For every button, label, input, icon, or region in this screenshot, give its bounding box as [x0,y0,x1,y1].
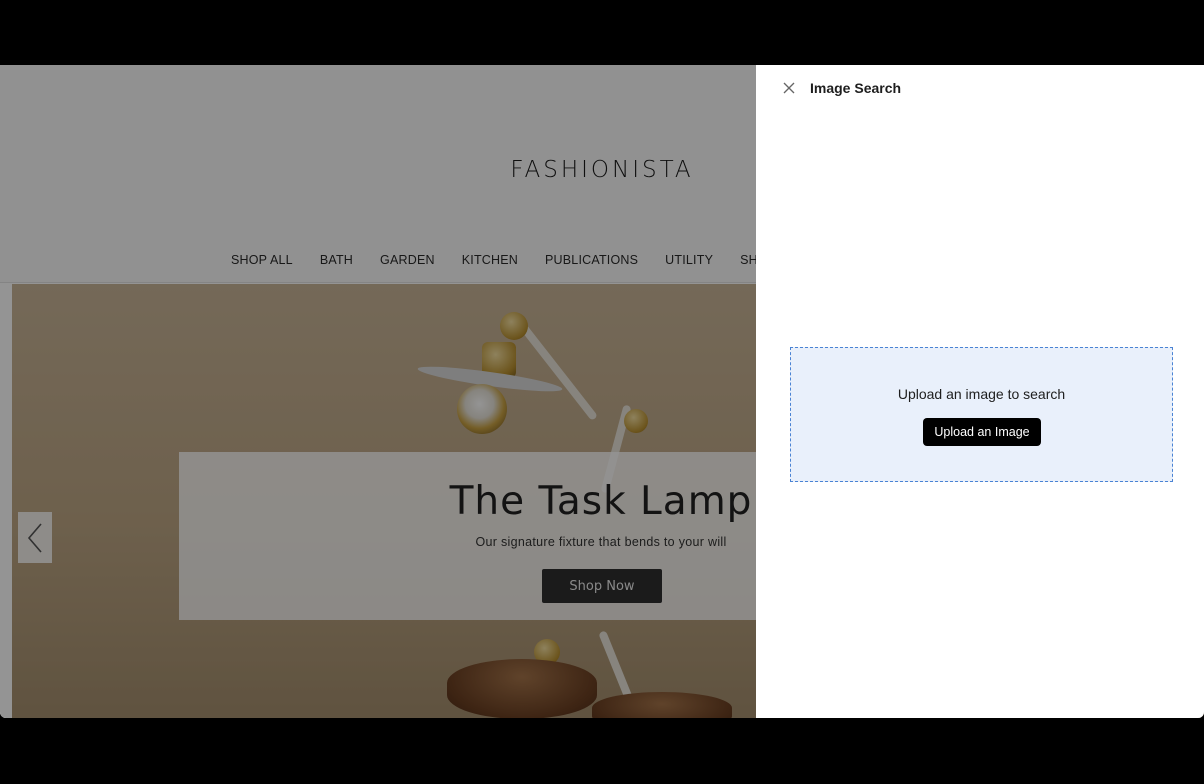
dropzone-text: Upload an image to search [897,386,1066,402]
image-dropzone[interactable]: Upload an image to search Upload an Imag… [790,347,1173,482]
drawer-title: Image Search [810,80,902,96]
close-drawer-button[interactable] [780,79,798,97]
upload-image-button[interactable]: Upload an Image [923,418,1041,446]
browser-viewport: FASHIONISTA SHOP ALL BATH GARDEN KITCHEN… [0,65,1204,718]
image-search-drawer: Image Search Upload an image to search U… [756,65,1204,718]
close-icon [783,82,795,94]
